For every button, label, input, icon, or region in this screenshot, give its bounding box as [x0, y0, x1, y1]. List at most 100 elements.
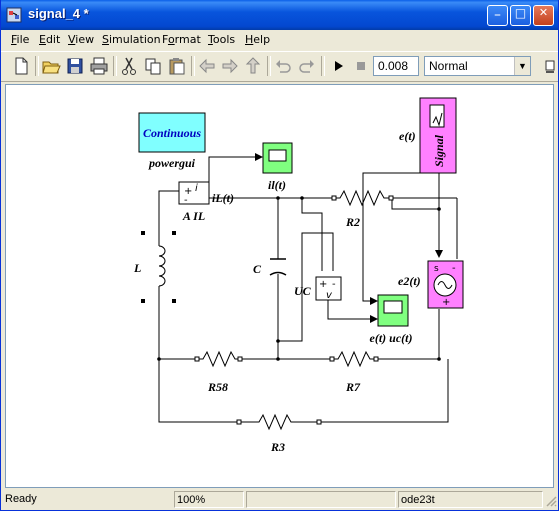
ammeter-block[interactable]: + - i A IL iL(t) [178, 181, 234, 223]
ammeter-i: i [195, 183, 198, 194]
menu-file-label: ile [16, 33, 30, 46]
forward-button[interactable] [219, 55, 241, 77]
redo-button[interactable] [296, 55, 318, 77]
menu-tools-label: ools [212, 33, 236, 46]
signal-text: Signal [432, 134, 446, 167]
menu-help-label: elp [253, 33, 271, 46]
toolbar-separator [113, 56, 117, 76]
voltmeter-block[interactable]: + - v UC [294, 276, 342, 301]
simulation-mode-value: Normal [429, 59, 468, 73]
capacitor-block[interactable]: C [253, 258, 287, 276]
stop-icon [357, 62, 365, 70]
title-bar[interactable]: signal_4 * _ □ ✕ [1, 0, 558, 30]
capacitor-label: C [253, 262, 262, 276]
resistor-r7-label: R7 [345, 380, 361, 394]
resistor-r3-label: R3 [270, 440, 285, 454]
source-label: e2(t) [398, 274, 421, 288]
menu-bar: File Edit View Simulation Format Tools H… [1, 30, 558, 50]
menu-simulation[interactable]: Simulation [102, 33, 161, 46]
inductor-block[interactable]: L [133, 219, 176, 309]
minimize-button[interactable]: _ [487, 3, 508, 26]
start-simulation-button[interactable] [327, 55, 349, 77]
toolbar-separator [267, 56, 271, 76]
save-button[interactable] [64, 55, 86, 77]
print-button[interactable] [88, 55, 110, 77]
copy-button[interactable] [142, 55, 164, 77]
back-button[interactable] [196, 55, 218, 77]
save-icon [67, 58, 83, 74]
circuit-diagram: Continuous powergui + - i A IL iL(t) il(… [133, 97, 464, 454]
voltmeter-label: UC [294, 284, 312, 298]
up-button[interactable] [242, 55, 264, 77]
menu-format-label: rmat [174, 33, 201, 46]
maximize-icon: □ [514, 6, 527, 20]
close-button[interactable]: ✕ [533, 5, 554, 26]
model-canvas[interactable]: Continuous powergui + - i A IL iL(t) il(… [5, 84, 554, 488]
forward-icon [222, 58, 238, 74]
overflow-icon [545, 60, 555, 73]
stop-simulation-button[interactable] [350, 55, 372, 77]
new-button[interactable] [10, 55, 32, 77]
powergui-block[interactable]: Continuous powergui [138, 112, 206, 170]
resistor-r58[interactable]: R58 [194, 350, 243, 394]
scope-il-block[interactable]: il(t) [262, 142, 293, 192]
menu-view-label: iew [75, 33, 95, 46]
paste-icon [169, 58, 185, 75]
undo-icon [276, 60, 291, 73]
simulink-window: signal_4 * _ □ ✕ File Edit View Simulati… [0, 0, 559, 511]
copy-icon [145, 58, 161, 75]
signal-block[interactable]: Signal e(t) [399, 97, 457, 174]
paste-button[interactable] [166, 55, 188, 77]
menu-format-accel: o [167, 33, 175, 46]
chevron-down-icon[interactable]: ▼ [514, 57, 530, 75]
status-empty-cell [246, 491, 396, 508]
stop-time-input[interactable]: 0.008 [373, 56, 419, 76]
voltmeter-minus: - [332, 279, 336, 290]
status-text: Ready [5, 493, 37, 505]
resistor-icon [197, 350, 239, 368]
maximize-button[interactable]: □ [510, 5, 531, 26]
toolbar-overflow-button[interactable] [538, 55, 559, 77]
menu-edit-accel: E [39, 33, 46, 46]
new-icon [15, 57, 28, 75]
wire [391, 198, 439, 210]
menu-format[interactable]: Format [162, 33, 201, 46]
scope-il-label: il(t) [268, 178, 286, 192]
simulation-mode-select[interactable]: Normal ▼ [424, 56, 531, 76]
source-plus: + [442, 297, 450, 308]
menu-edit[interactable]: Edit [39, 33, 60, 46]
resize-grip-icon[interactable] [545, 494, 557, 508]
ammeter-output-label: iL(t) [212, 191, 234, 205]
wire [301, 198, 323, 271]
open-button[interactable] [40, 55, 62, 77]
powergui-label: powergui [148, 156, 196, 170]
inductor-label: L [133, 261, 141, 275]
undo-button[interactable] [272, 55, 294, 77]
menu-file[interactable]: File [11, 33, 29, 46]
wire [327, 300, 378, 323]
resistor-r7[interactable]: R7 [329, 350, 379, 394]
scope-e-uc-block[interactable]: e(t) uc(t) [370, 294, 413, 345]
wire [208, 153, 263, 184]
close-icon: ✕ [538, 6, 549, 19]
simulink-app-icon [6, 7, 22, 23]
menu-simulation-label: imulation [108, 33, 161, 46]
redo-icon [299, 60, 314, 73]
resistor-r58-label: R58 [207, 380, 228, 394]
menu-help[interactable]: Help [245, 33, 270, 46]
ammeter-label: A IL [182, 209, 205, 223]
minimize-icon: _ [494, 3, 501, 16]
toolbar-separator [35, 56, 39, 76]
menu-simulation-accel: S [102, 33, 109, 46]
open-icon [42, 61, 61, 74]
menu-view[interactable]: View [68, 33, 94, 46]
resistor-r3[interactable]: R3 [236, 413, 322, 454]
source-minus: - [452, 263, 456, 274]
powergui-text: Continuous [143, 126, 201, 140]
resistor-icon [332, 350, 376, 368]
cut-button[interactable] [118, 55, 140, 77]
inductor-coil-icon [158, 245, 166, 287]
menu-tools[interactable]: Tools [208, 33, 235, 46]
cut-icon [122, 57, 136, 75]
window-title: signal_4 * [28, 6, 89, 21]
